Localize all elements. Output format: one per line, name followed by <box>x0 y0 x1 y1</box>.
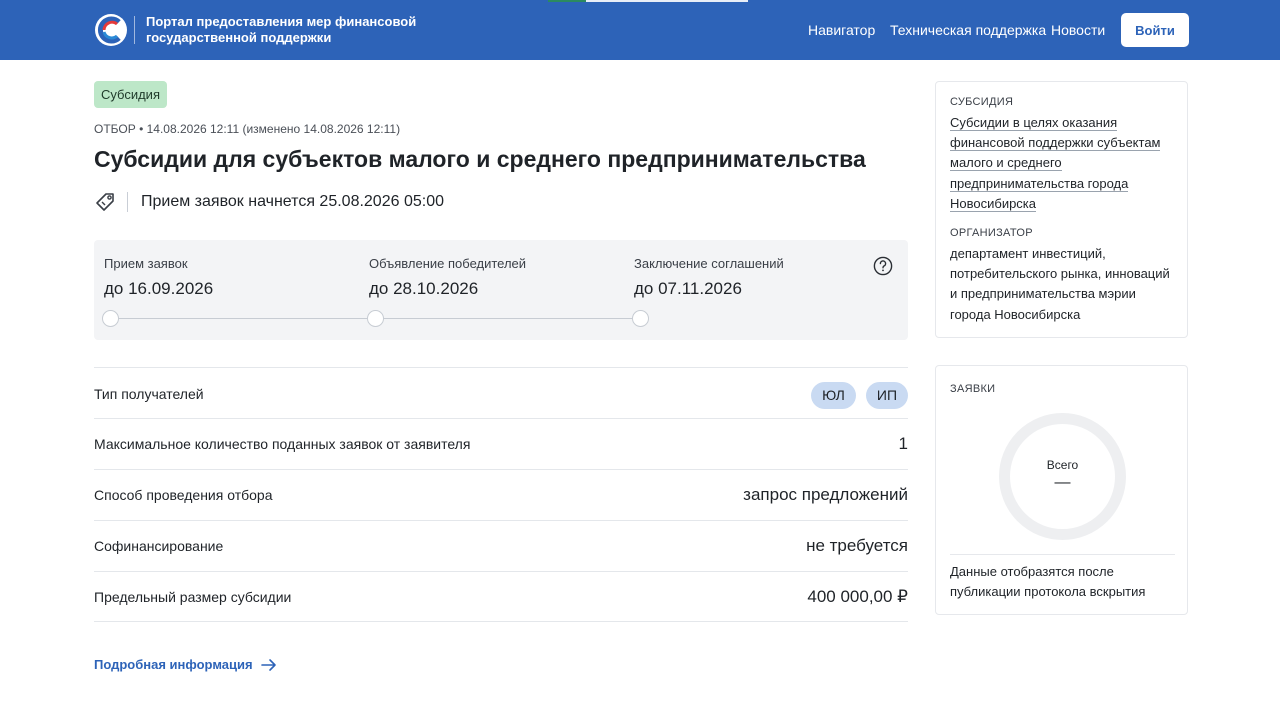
timeline-step-label: Заключение соглашений <box>634 256 784 271</box>
type-badge: Субсидия <box>94 81 167 108</box>
timeline-step-agreements: Заключение соглашений до 07.11.2026 <box>634 256 784 299</box>
login-button[interactable]: Войти <box>1121 13 1189 47</box>
subsidy-link-line: предпринимательства города <box>950 175 1129 192</box>
row-value: запрос предложений <box>743 485 908 504</box>
applications-divider <box>950 554 1175 555</box>
header: Портал предоставления мер финансовой гос… <box>0 0 1280 60</box>
subsidy-caption: СУБСИДИЯ <box>950 96 1014 108</box>
application-start-text: Прием заявок начнется 25.08.2026 05:00 <box>141 193 444 210</box>
row-label: Тип получателей <box>94 386 204 402</box>
subsidy-link-line: малого и среднего <box>950 155 1062 172</box>
row-value: не требуется <box>806 536 908 555</box>
nav-tech-support[interactable]: Техническая поддержка <box>890 22 1046 38</box>
subsidy-link-line: финансовой поддержки субъектам <box>950 135 1161 152</box>
organizer-caption: ОРГАНИЗАТОР <box>950 227 1033 239</box>
details-table: Тип получателей ЮЛ ИП Максимальное колич… <box>94 367 908 622</box>
timeline-dot <box>632 310 649 327</box>
page-title: Субсидии для субъектов малого и среднего… <box>94 146 866 172</box>
subsidy-link-line: Новосибирска <box>950 195 1037 212</box>
question-circle-icon[interactable] <box>873 256 893 276</box>
timeline-dot <box>367 310 384 327</box>
portal-logo-icon[interactable] <box>94 13 128 47</box>
organizer-name: департамент инвестиций, потребительского… <box>950 246 1170 322</box>
timeline-step-date: до 28.10.2026 <box>369 279 479 298</box>
more-info-link[interactable]: Подробная информация <box>94 657 277 672</box>
recipient-chips: ЮЛ ИП <box>811 382 908 409</box>
timeline-panel: Прием заявок до 16.09.2026 Объявление по… <box>94 240 908 340</box>
nav-navigator[interactable]: Навигатор <box>808 22 875 38</box>
row-label: Предельный размер субсидии <box>94 589 292 605</box>
subsidy-link-line: Субсидии в целях оказания <box>950 115 1118 131</box>
logo-separator <box>134 16 135 44</box>
more-info-label: Подробная информация <box>94 657 253 672</box>
row-label: Способ проведения отбора <box>94 487 273 503</box>
row-value: 1 <box>898 434 908 453</box>
timeline-step-winners: Объявление победителей до 28.10.2026 <box>369 256 526 299</box>
timeline-step-date: до 07.11.2026 <box>634 279 742 298</box>
selection-meta: ОТБОР • 14.08.2026 12:11 (изменено 14.08… <box>94 122 401 136</box>
applications-note: Данные отобразятся после публикации прот… <box>950 564 1146 600</box>
row-selection-method: Способ проведения отбора запрос предложе… <box>94 469 908 520</box>
donut-value: — <box>1054 474 1071 491</box>
applications-caption: ЗАЯВКИ <box>950 383 996 395</box>
row-cofinancing: Софинансирование не требуется <box>94 520 908 571</box>
timeline-step-label: Прием заявок <box>104 256 188 271</box>
chip-ul: ЮЛ <box>811 382 856 409</box>
nav-news[interactable]: Новости <box>1051 22 1105 38</box>
portal-name[interactable]: Портал предоставления мер финансовой гос… <box>146 14 426 46</box>
row-label: Максимальное количество поданных заявок … <box>94 436 471 452</box>
start-separator <box>127 192 128 212</box>
chip-ip: ИП <box>865 382 908 409</box>
row-label: Софинансирование <box>94 538 224 554</box>
timeline-dot <box>102 310 119 327</box>
row-max-applications: Максимальное количество поданных заявок … <box>94 418 908 469</box>
arrow-right-icon <box>260 658 276 671</box>
timeline-step-applications: Прием заявок до 16.09.2026 <box>104 256 213 299</box>
row-subsidy-limit: Предельный размер субсидии 400 000,00 ₽ <box>94 571 908 622</box>
subsidy-link[interactable]: Субсидии в целях оказания финансовой под… <box>950 113 1165 214</box>
applications-card: ЗАЯВКИ Всего — Данные отобразятся после … <box>935 365 1188 615</box>
donut-label: Всего <box>1046 458 1079 472</box>
timeline-step-date: до 16.09.2026 <box>104 279 214 298</box>
timeline-step-label: Объявление победителей <box>369 256 527 271</box>
top-progress-strip-accent <box>548 0 586 2</box>
subsidy-info-card: СУБСИДИЯ Субсидии в целях оказания финан… <box>935 81 1188 338</box>
row-recipients: Тип получателей ЮЛ ИП <box>94 367 908 418</box>
tag-icon <box>96 193 114 211</box>
row-value: 400 000,00 ₽ <box>807 587 908 606</box>
